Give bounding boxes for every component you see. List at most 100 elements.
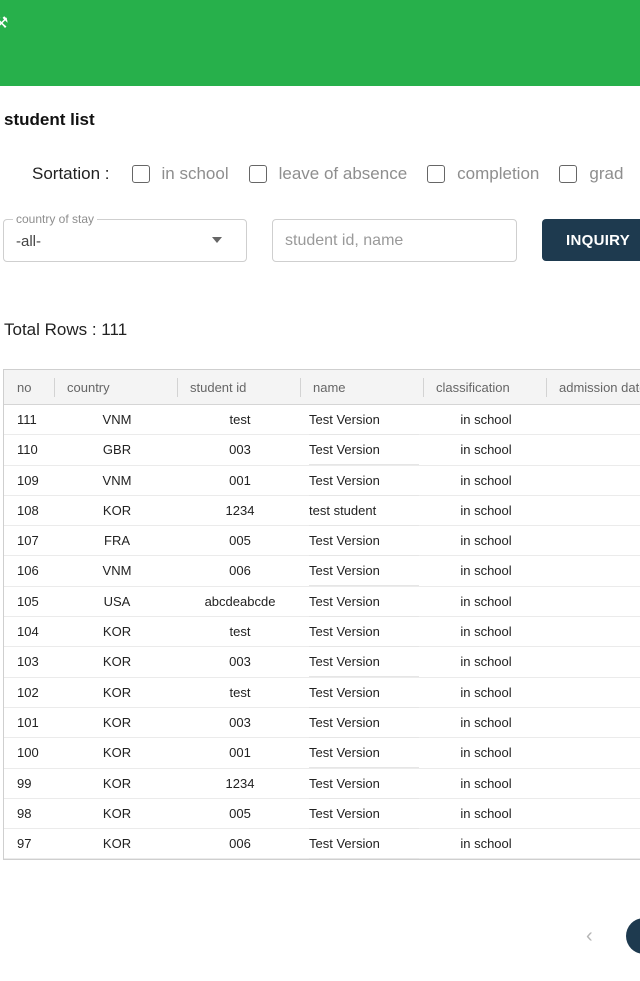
cell-student-id: 003 (229, 442, 251, 458)
sort-option-in-school[interactable]: in school (131, 164, 229, 184)
cell-name: Test Version (309, 829, 419, 859)
column-header-admission-date[interactable]: admission date (559, 370, 640, 405)
table-row[interactable]: 110 GBR 003 Test Version in school (4, 435, 640, 466)
cell-student-id: 001 (229, 745, 251, 761)
cell-classification: in school (460, 593, 512, 609)
cell-classification: in school (460, 563, 512, 579)
cell-name: Test Version (309, 405, 419, 435)
cell-no: 106 (17, 563, 39, 579)
table-row[interactable]: 103 KOR 003 Test Version in school (4, 647, 640, 678)
country-of-stay-value: -all- (16, 233, 41, 250)
page-title: student list (4, 110, 95, 129)
cell-country: KOR (102, 714, 132, 730)
table-row[interactable]: 98 KOR 005 Test Version in school (4, 799, 640, 830)
inquiry-button[interactable]: INQUIRY (542, 219, 640, 261)
cell-student-id: 001 (229, 472, 251, 488)
cell-name: Test Version (309, 587, 419, 617)
cell-no: 97 (17, 836, 32, 852)
table-row[interactable]: 99 KOR 1234 Test Version in school (4, 769, 640, 799)
sortation-label: Sortation : (32, 164, 110, 183)
current-page-button[interactable] (626, 918, 640, 954)
chevron-left-icon[interactable]: ‹ (586, 924, 593, 948)
table-row[interactable]: 97 KOR 006 Test Version in school (4, 829, 640, 859)
cell-no: 109 (17, 472, 39, 488)
cell-no: 100 (17, 745, 39, 761)
column-header-country[interactable]: country (67, 370, 110, 405)
cell-student-id: abcdeabcde (204, 593, 276, 609)
column-header-no[interactable]: no (17, 370, 31, 405)
cell-country: FRA (104, 533, 130, 549)
cell-country: KOR (102, 745, 132, 761)
search-input[interactable] (272, 219, 517, 262)
table-row[interactable]: 105 USA abcdeabcde Test Version in school (4, 587, 640, 618)
sort-option-label: in school (161, 164, 229, 183)
sort-option-label: leave of absence (278, 164, 408, 183)
cell-country: KOR (102, 502, 132, 518)
sort-option-completion[interactable]: completion (427, 164, 539, 184)
app-header: ⚒ (0, 0, 640, 86)
cell-classification: in school (460, 502, 512, 518)
table-row[interactable]: 102 KOR test Test Version in school (4, 678, 640, 708)
cell-name: Test Version (309, 708, 419, 738)
column-divider (177, 378, 178, 397)
table-row[interactable]: 104 KOR test Test Version in school (4, 617, 640, 648)
column-header-classification[interactable]: classification (436, 370, 510, 405)
country-of-stay-select[interactable]: country of stay -all- (3, 212, 247, 262)
cell-name: Test Version (309, 556, 419, 587)
student-table: no country student id name classificatio… (3, 369, 640, 860)
cell-classification: in school (460, 805, 512, 821)
column-divider (423, 378, 424, 397)
cell-name: test student (309, 496, 419, 526)
cell-no: 101 (17, 714, 39, 730)
column-divider (54, 378, 55, 397)
cell-student-id: 005 (229, 533, 251, 549)
sort-option-leave-of-absence[interactable]: leave of absence (248, 164, 408, 184)
table-row[interactable]: 111 VNM test Test Version in school (4, 405, 640, 436)
cell-name: Test Version (309, 678, 419, 708)
cell-student-id: 006 (229, 563, 251, 579)
table-row[interactable]: 100 KOR 001 Test Version in school (4, 738, 640, 769)
cell-country: KOR (102, 836, 132, 852)
cell-name: Test Version (309, 435, 419, 466)
table-body: 111 VNM test Test Version in school 110 GBR 003… (4, 405, 640, 859)
cell-country: USA (103, 593, 131, 609)
cell-country: GBR (102, 442, 132, 458)
column-divider (546, 378, 547, 397)
cell-student-id: 003 (229, 654, 251, 670)
cell-no: 99 (17, 775, 32, 791)
table-row[interactable]: 108 KOR 1234 test student in school (4, 496, 640, 527)
cell-classification: in school (460, 624, 512, 640)
cell-no: 105 (17, 593, 39, 609)
sort-option-label: completion (457, 164, 540, 183)
tool-icon[interactable]: ⚒ (0, 14, 8, 34)
table-header: no country student id name classificatio… (4, 370, 640, 405)
cell-student-id: 1234 (225, 502, 255, 518)
cell-no: 107 (17, 533, 39, 549)
table-row[interactable]: 106 VNM 006 Test Version in school (4, 556, 640, 587)
checkbox[interactable] (248, 165, 267, 183)
cell-no: 110 (17, 442, 38, 458)
table-row[interactable]: 109 VNM 001 Test Version in school (4, 466, 640, 496)
table-row[interactable]: 107 FRA 005 Test Version in school (4, 526, 640, 557)
total-rows: Total Rows : 111 (4, 320, 128, 339)
column-header-student-id[interactable]: student id (190, 370, 246, 405)
cell-no: 102 (17, 684, 39, 700)
cell-country: KOR (102, 624, 132, 640)
checkbox[interactable] (131, 165, 150, 183)
checkbox[interactable] (427, 165, 446, 183)
cell-country: KOR (102, 654, 132, 670)
cell-country: VNM (102, 412, 132, 427)
cell-classification: in school (460, 654, 512, 670)
sort-option-graduation[interactable]: grad (559, 164, 623, 184)
cell-student-id: 1234 (225, 775, 255, 791)
cell-student-id: test (229, 684, 251, 700)
checkbox[interactable] (559, 165, 578, 183)
cell-no: 108 (17, 502, 39, 518)
cell-name: Test Version (309, 526, 419, 557)
cell-classification: in school (460, 836, 512, 852)
cell-student-id: 003 (229, 714, 251, 730)
cell-country: VNM (102, 472, 132, 488)
column-header-name[interactable]: name (313, 370, 346, 405)
table-row[interactable]: 101 KOR 003 Test Version in school (4, 708, 640, 739)
cell-name: Test Version (309, 617, 419, 648)
